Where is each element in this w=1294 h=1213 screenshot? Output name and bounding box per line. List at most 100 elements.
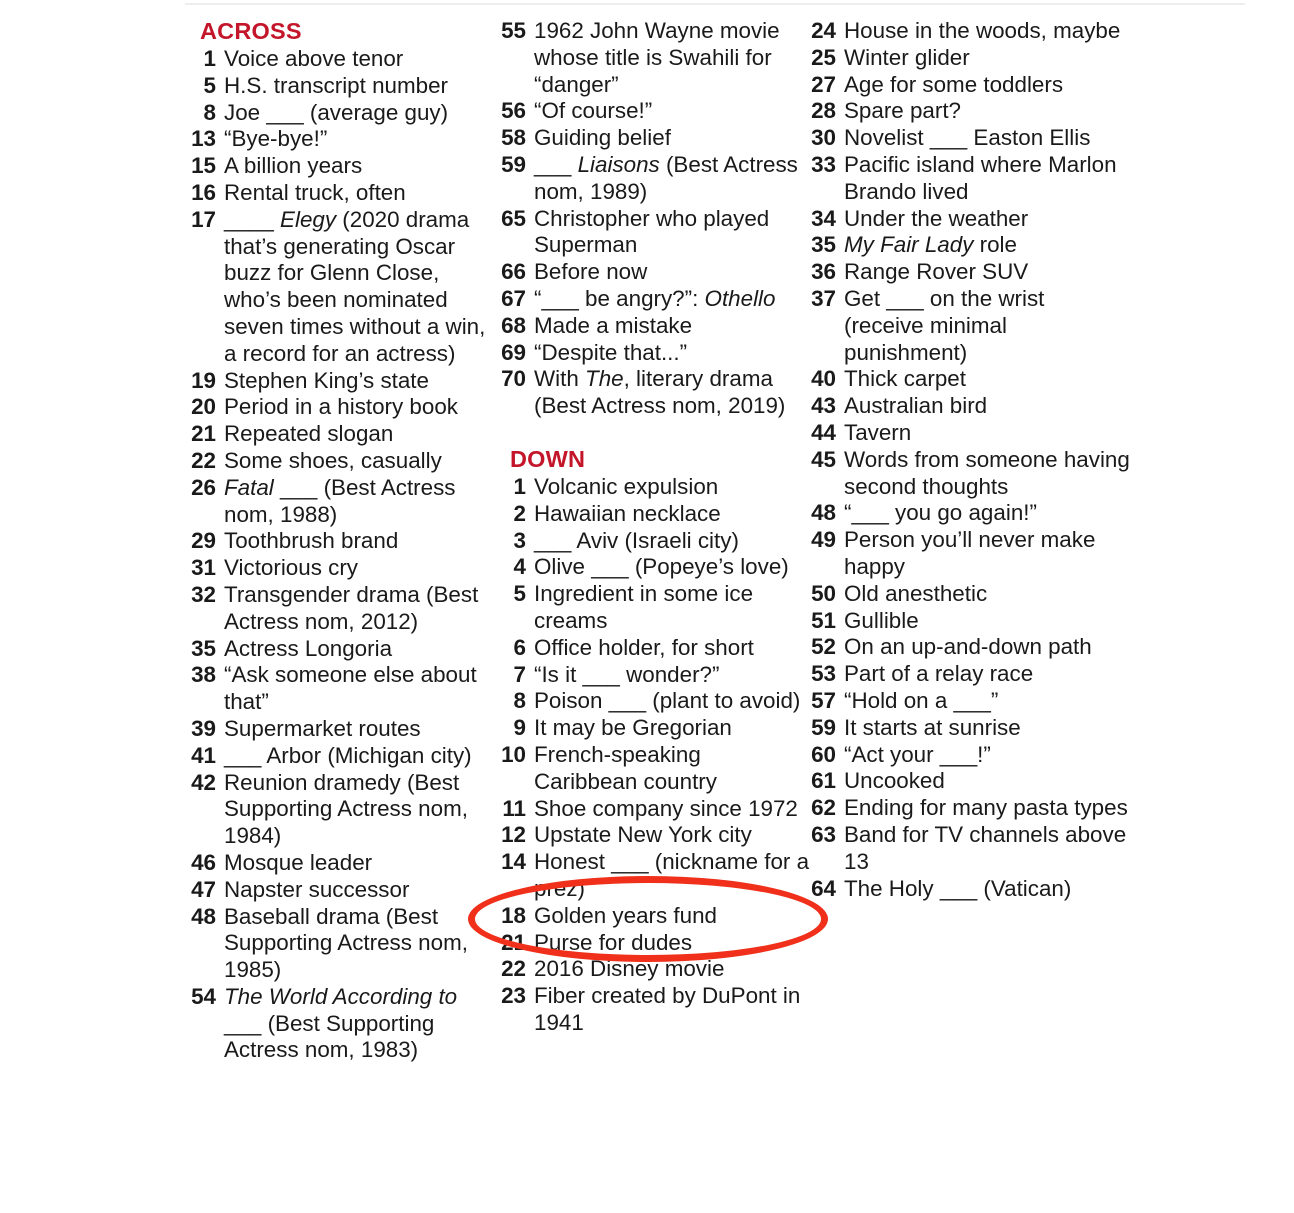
clue-item[interactable]: 49 Person you’ll never make happy xyxy=(810,527,1130,581)
clue-number: 8 xyxy=(203,99,216,125)
clue-item[interactable]: 60 “Act your ___!” xyxy=(810,742,1130,769)
clue-item[interactable]: 51 Gullible xyxy=(810,608,1130,635)
clue-item[interactable]: 15 A billion years xyxy=(190,153,500,180)
clue-item[interactable]: 38 “Ask someone else about that” xyxy=(190,662,500,716)
clue-item[interactable]: 44 Tavern xyxy=(810,420,1130,447)
clue-item[interactable]: 57 “Hold on a ___” xyxy=(810,688,1130,715)
clue-text: “Hold on a ___” xyxy=(844,687,999,713)
clue-item[interactable]: 53 Part of a relay race xyxy=(810,661,1130,688)
clue-number: 43 xyxy=(811,393,836,419)
clue-item[interactable]: 1 Volcanic expulsion xyxy=(500,474,810,501)
clue-item[interactable]: 36 Range Rover SUV xyxy=(810,259,1130,286)
clue-number: 59 xyxy=(811,714,836,740)
clue-number: 8 xyxy=(513,688,526,714)
clue-text: Office holder, for short xyxy=(534,634,754,660)
clue-item[interactable]: 13 “Bye-bye!” xyxy=(190,126,500,153)
clue-text: Winter glider xyxy=(844,44,970,70)
clue-item[interactable]: 16 Rental truck, often xyxy=(190,180,500,207)
clue-item[interactable]: 5 Ingredient in some ice creams xyxy=(500,581,810,635)
clue-item[interactable]: 10 French-speaking Caribbean country xyxy=(500,742,810,796)
clue-item[interactable]: 66 Before now xyxy=(500,259,810,286)
clue-item[interactable]: 35 My Fair Lady role xyxy=(810,232,1130,259)
clue-item[interactable]: 39 Supermarket routes xyxy=(190,716,500,743)
clue-text: “Ask someone else about that” xyxy=(224,662,477,715)
clue-item[interactable]: 54 The World According to ___ (Best Suppo… xyxy=(190,984,500,1064)
clue-item[interactable]: 43 Australian bird xyxy=(810,393,1130,420)
clue-text: Get ___ on the wrist (receive minimal pu… xyxy=(844,285,1045,365)
clue-item[interactable]: 26 Fatal ___ (Best Actress nom, 1988) xyxy=(190,475,500,529)
clue-item[interactable]: 25 Winter glider xyxy=(810,45,1130,72)
clue-item[interactable]: 1 Voice above tenor xyxy=(190,46,500,73)
clue-number: 15 xyxy=(191,153,216,179)
clue-item[interactable]: 22 Some shoes, casually xyxy=(190,448,500,475)
clue-number: 2 xyxy=(513,500,526,526)
clue-item[interactable]: 30 Novelist ___ Easton Ellis xyxy=(810,125,1130,152)
clue-item[interactable]: 34 Under the weather xyxy=(810,206,1130,233)
clue-item[interactable]: 12 Upstate New York city xyxy=(500,822,810,849)
clue-item[interactable]: 62 Ending for many pasta types xyxy=(810,795,1130,822)
clue-item[interactable]: 7 “Is it ___ wonder?” xyxy=(500,662,810,689)
clue-item[interactable]: 21 Repeated slogan xyxy=(190,421,500,448)
clue-item[interactable]: 47 Napster successor xyxy=(190,877,500,904)
clue-text: “Of course!” xyxy=(534,98,653,124)
clue-item[interactable]: 69 “Despite that...” xyxy=(500,340,810,367)
clue-item[interactable]: 3 ___ Aviv (Israeli city) xyxy=(500,528,810,555)
clue-item[interactable]: 59 It starts at sunrise xyxy=(810,715,1130,742)
clue-item[interactable]: 20 Period in a history book xyxy=(190,394,500,421)
clue-text: Poison ___ (plant to avoid) xyxy=(534,688,801,714)
clue-item[interactable]: 14 Honest ___ (nickname for a prez) xyxy=(500,849,810,903)
clue-item[interactable]: 68 Made a mistake xyxy=(500,313,810,340)
clue-item[interactable]: 28 Spare part? xyxy=(810,98,1130,125)
clue-item[interactable]: 42 Reunion dramedy (Best Supporting Actre… xyxy=(190,770,500,850)
clue-number: 40 xyxy=(811,366,836,392)
clue-item[interactable]: 27 Age for some toddlers xyxy=(810,72,1130,99)
clue-item[interactable]: 2 Hawaiian necklace xyxy=(500,501,810,528)
clue-item[interactable]: 8 Joe ___ (average guy) xyxy=(190,100,500,127)
clue-item[interactable]: 18 Golden years fund xyxy=(500,903,810,930)
clue-item[interactable]: 48 “___ you go again!” xyxy=(810,500,1130,527)
clue-item[interactable]: 61 Uncooked xyxy=(810,768,1130,795)
clue-item[interactable]: 52 On an up-and-down path xyxy=(810,634,1130,661)
clue-item[interactable]: 21 Purse for dudes xyxy=(500,930,810,957)
clue-item[interactable]: 46 Mosque leader xyxy=(190,850,500,877)
clue-item[interactable]: 23 Fiber created by DuPont in 1941 xyxy=(500,983,810,1037)
clue-item[interactable]: 40 Thick carpet xyxy=(810,366,1130,393)
clue-item[interactable]: 11 Shoe company since 1972 xyxy=(500,796,810,823)
clue-item[interactable]: 4 Olive ___ (Popeye’s love) xyxy=(500,554,810,581)
clue-item[interactable]: 5 H.S. transcript number xyxy=(190,73,500,100)
clue-column-2: 55 1962 John Wayne movie whose title is S… xyxy=(500,18,810,1037)
clue-item[interactable]: 48 Baseball drama (Best Supporting Actres… xyxy=(190,904,500,984)
section-heading-down: DOWN xyxy=(510,445,586,472)
clue-item[interactable]: 22 2016 Disney movie xyxy=(500,956,810,983)
clue-item[interactable]: 8 Poison ___ (plant to avoid) xyxy=(500,688,810,715)
clue-item[interactable]: 59 ___ Liaisons (Best Actress nom, 1989) xyxy=(500,152,810,206)
clue-item[interactable]: 67 “___ be angry?”: Othello xyxy=(500,286,810,313)
clue-item[interactable]: 31 Victorious cry xyxy=(190,555,500,582)
clue-item[interactable]: 70 With The, literary drama (Best Actress… xyxy=(500,366,810,420)
clue-item[interactable]: 58 Guiding belief xyxy=(500,125,810,152)
clue-item[interactable]: 17 ____ Elegy (2020 drama that’s generati… xyxy=(190,207,500,368)
clue-item[interactable]: 19 Stephen King’s state xyxy=(190,368,500,395)
clue-item[interactable]: 6 Office holder, for short xyxy=(500,635,810,662)
clue-item[interactable]: 45 Words from someone having second thoug… xyxy=(810,447,1130,501)
clue-number: 55 xyxy=(501,18,526,43)
clue-text: Shoe company since 1972 xyxy=(534,795,798,821)
clue-item[interactable]: 55 1962 John Wayne movie whose title is S… xyxy=(500,18,810,98)
clue-item[interactable]: 24 House in the woods, maybe xyxy=(810,18,1130,45)
clue-item[interactable]: 29 Toothbrush brand xyxy=(190,528,500,555)
clue-text: Volcanic expulsion xyxy=(534,473,719,499)
clue-item[interactable]: 9 It may be Gregorian xyxy=(500,715,810,742)
clue-item[interactable]: 64 The Holy ___ (Vatican) xyxy=(810,876,1130,903)
clue-item[interactable]: 63 Band for TV channels above 13 xyxy=(810,822,1130,876)
clue-item[interactable]: 37 Get ___ on the wrist (receive minimal … xyxy=(810,286,1130,366)
clue-item[interactable]: 33 Pacific island where Marlon Brando liv… xyxy=(810,152,1130,206)
clue-item[interactable]: 41 ___ Arbor (Michigan city) xyxy=(190,743,500,770)
clue-number: 61 xyxy=(811,768,836,794)
clue-item[interactable]: 35 Actress Longoria xyxy=(190,636,500,663)
clue-item[interactable]: 50 Old anesthetic xyxy=(810,581,1130,608)
clue-text: The World According to ___ (Best Support… xyxy=(224,983,458,1063)
clue-item[interactable]: 56 “Of course!” xyxy=(500,98,810,125)
clue-item[interactable]: 32 Transgender drama (Best Actress nom, 2… xyxy=(190,582,500,636)
clue-number: 52 xyxy=(811,634,836,660)
clue-item[interactable]: 65 Christopher who played Superman xyxy=(500,206,810,260)
